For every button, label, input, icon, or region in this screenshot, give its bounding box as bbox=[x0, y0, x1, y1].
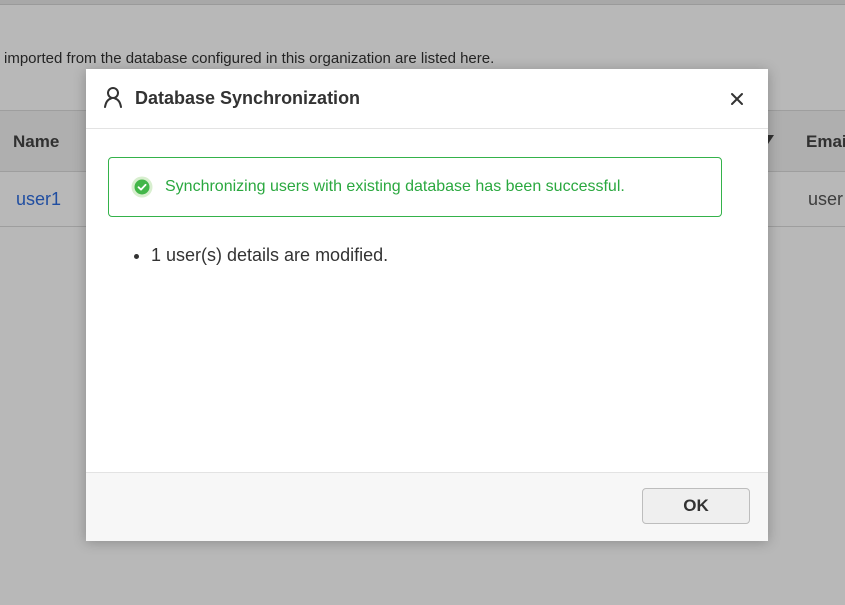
ok-button[interactable]: OK bbox=[642, 488, 750, 524]
check-circle-icon bbox=[131, 176, 153, 198]
success-alert: Synchronizing users with existing databa… bbox=[108, 157, 722, 217]
dialog-header: Database Synchronization bbox=[86, 69, 768, 129]
list-item: 1 user(s) details are modified. bbox=[151, 245, 388, 266]
user-icon bbox=[104, 87, 122, 108]
close-icon[interactable] bbox=[727, 89, 747, 109]
alert-message: Synchronizing users with existing databa… bbox=[165, 178, 625, 195]
dialog-title: Database Synchronization bbox=[135, 88, 361, 108]
dialog-body: Synchronizing users with existing databa… bbox=[86, 129, 768, 472]
dialog-footer: OK bbox=[86, 472, 768, 541]
result-list: 1 user(s) details are modified. bbox=[134, 245, 388, 266]
sync-dialog: Database Synchronization Synchronizing u… bbox=[86, 69, 768, 541]
